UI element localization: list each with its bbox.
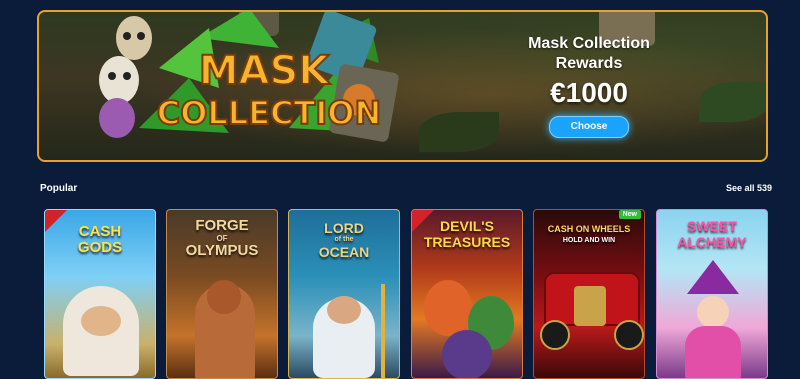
- logo-line1: MASK: [199, 48, 332, 94]
- game-title-line2: TREASURES: [423, 234, 511, 250]
- game-title-line2: ALCHEMY: [677, 234, 747, 250]
- game-title-line1: FORGE: [195, 217, 249, 234]
- game-title-line1: CASH: [78, 223, 122, 240]
- game-title-line1: DEVIL'S: [440, 218, 494, 234]
- game-tile-sweet-alchemy[interactable]: SWEET ALCHEMY: [656, 209, 768, 379]
- promo-amount: €1000: [550, 77, 628, 108]
- game-tile-devils-treasures[interactable]: DEVIL'S TREASURES: [411, 209, 523, 379]
- zeus-face: [81, 306, 121, 336]
- section-title: Popular: [40, 183, 78, 194]
- trident-icon: [381, 284, 385, 378]
- warrior-head: [207, 280, 241, 314]
- game-tile-cash-on-wheels[interactable]: New CASH ON WHEELS HOLD AND WIN: [533, 209, 645, 379]
- poseidon-face: [327, 296, 361, 324]
- car-grille: [574, 286, 606, 326]
- car-wheel: [614, 320, 644, 350]
- game-title-line1: CASH ON WHEELS: [547, 224, 631, 234]
- promo-title-line2: Rewards: [555, 55, 623, 72]
- game-title-line2: OCEAN: [318, 244, 370, 260]
- game-title-line2: HOLD AND WIN: [562, 237, 616, 244]
- game-title-line2: GODS: [77, 239, 123, 256]
- devil-figure: [442, 330, 492, 378]
- game-tile-lord-of-the-ocean[interactable]: LORD of the OCEAN: [288, 209, 400, 379]
- promo-text-block: Mask Collection Rewards €1000 Choose: [479, 34, 699, 138]
- witch-face: [697, 296, 729, 328]
- game-tile-cash-of-gods[interactable]: CASH GODS: [44, 209, 156, 379]
- witch-dress: [685, 326, 741, 378]
- see-all-link[interactable]: See all 539: [726, 183, 772, 193]
- promo-title-line1: Mask Collection: [528, 35, 650, 52]
- promo-banner[interactable]: MASK COLLECTION Mask Collection Rewards …: [37, 10, 768, 162]
- new-badge: New: [618, 210, 641, 219]
- game-title-line1: LORD: [324, 220, 364, 236]
- game-title-line1: SWEET: [687, 218, 737, 234]
- car-wheel: [540, 320, 570, 350]
- choose-button[interactable]: Choose: [549, 116, 629, 138]
- leaf-decoration: [699, 82, 766, 122]
- game-title-line2: OLYMPUS: [185, 242, 259, 259]
- game-tile-forge-of-olympus[interactable]: FORGE OF OLYMPUS: [166, 209, 278, 379]
- witch-hat: [687, 260, 739, 294]
- logo-line2: COLLECTION: [157, 94, 382, 132]
- devil-figure: [424, 280, 472, 336]
- mask-collection-logo: MASK COLLECTION: [99, 12, 399, 142]
